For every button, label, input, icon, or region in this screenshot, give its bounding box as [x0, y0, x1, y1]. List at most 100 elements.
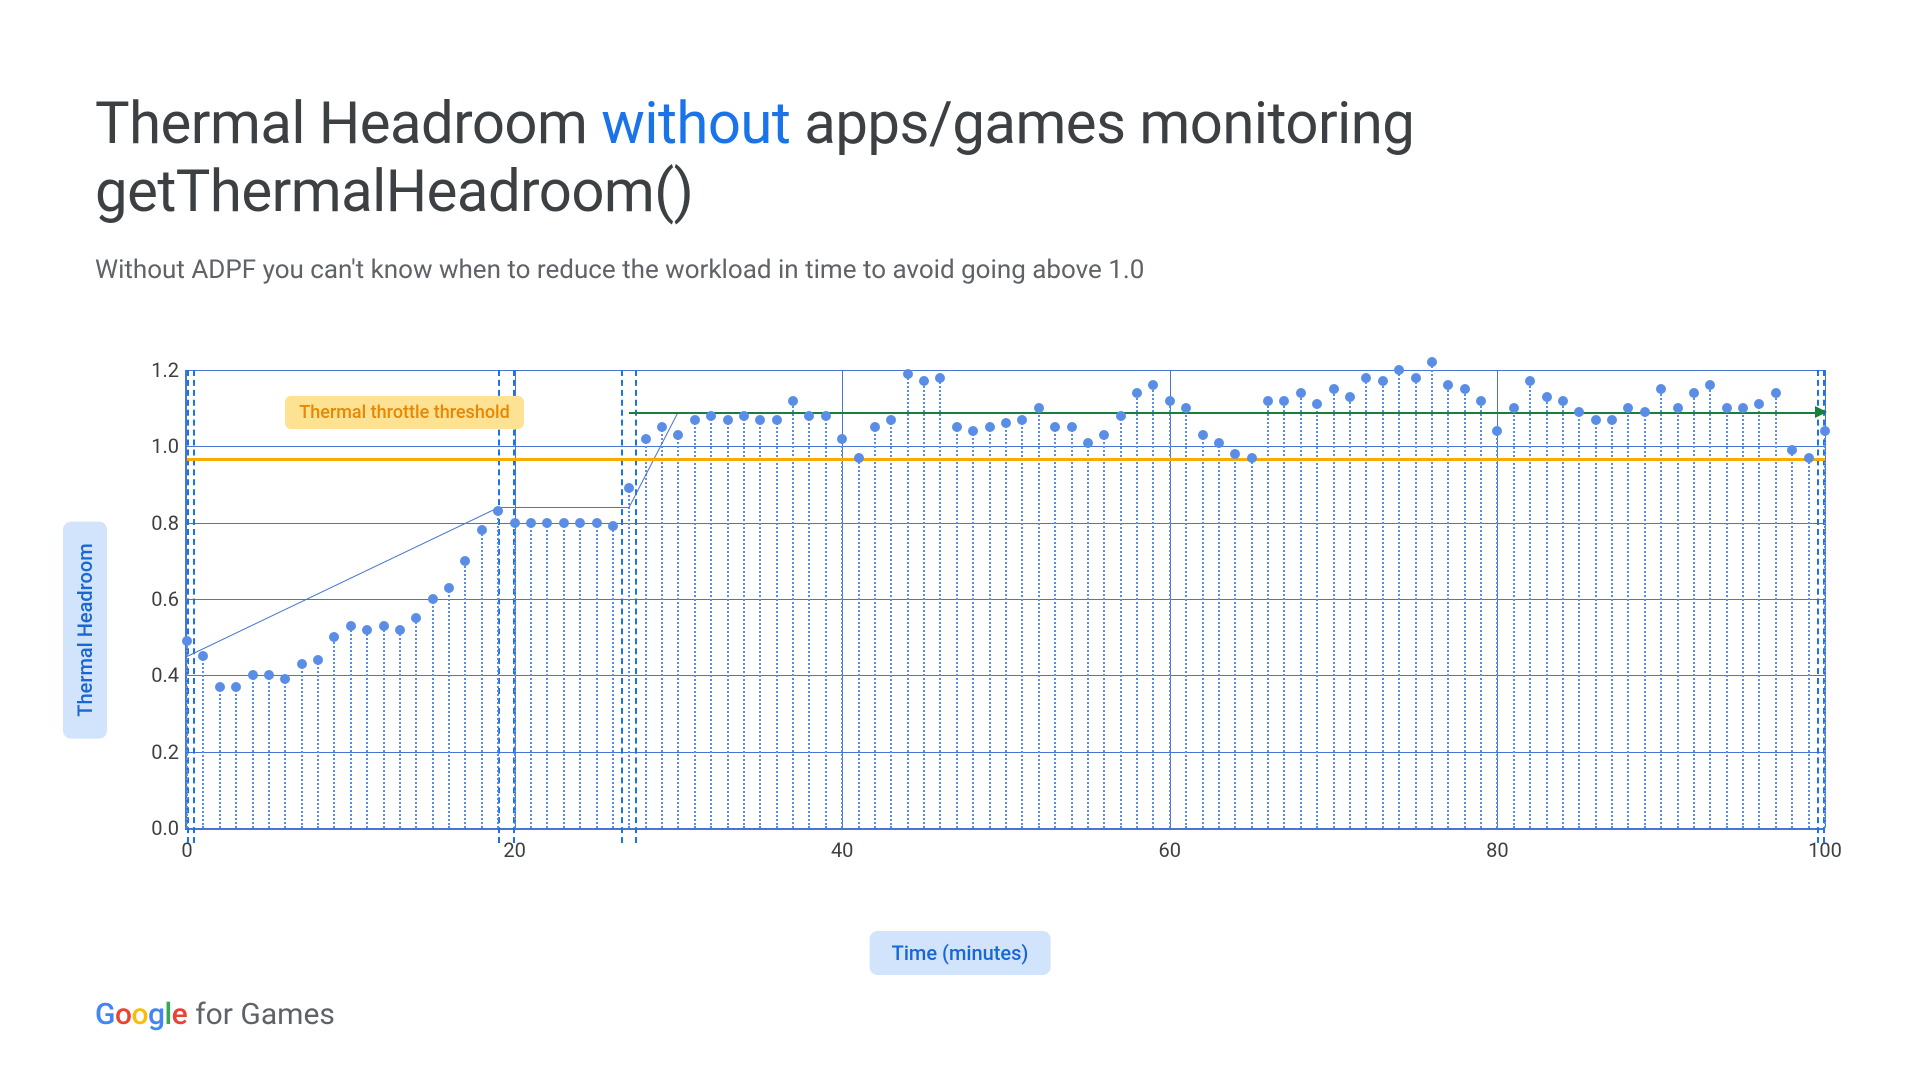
data-stem — [1513, 408, 1515, 828]
data-point — [1673, 403, 1683, 413]
data-point — [968, 426, 978, 436]
data-point — [1378, 376, 1388, 386]
logo-tail: for Games — [195, 997, 335, 1032]
data-point — [1411, 373, 1421, 383]
data-stem — [841, 439, 843, 828]
data-stem — [399, 630, 401, 828]
chart: Thermal Headroom Thermal throttle thresh… — [95, 370, 1825, 890]
data-stem — [546, 523, 548, 828]
data-stem — [1808, 458, 1810, 828]
data-stem — [1595, 420, 1597, 828]
data-stem — [677, 435, 679, 828]
data-point — [1034, 403, 1044, 413]
data-point — [280, 674, 290, 684]
data-point — [1443, 380, 1453, 390]
data-point — [673, 430, 683, 440]
data-point — [1804, 453, 1814, 463]
data-stem — [1316, 404, 1318, 828]
data-point — [1296, 388, 1306, 398]
data-stem — [874, 427, 876, 828]
data-point — [1722, 403, 1732, 413]
data-point — [1198, 430, 1208, 440]
slide-title: Thermal Headroom without apps/games moni… — [95, 90, 1825, 227]
data-point — [510, 518, 520, 528]
data-point — [1640, 407, 1650, 417]
plot-area: Thermal throttle threshold 0.00.20.40.60… — [185, 370, 1825, 830]
data-stem — [186, 641, 188, 828]
arrow-right-icon — [1815, 406, 1827, 418]
data-point — [755, 415, 765, 425]
data-stem — [448, 588, 450, 828]
data-stem — [1726, 408, 1728, 828]
data-point — [624, 483, 634, 493]
title-highlight: without — [601, 90, 790, 158]
y-tick: 1.2 — [135, 358, 179, 382]
y-tick: 0.2 — [135, 740, 179, 764]
data-point — [1705, 380, 1715, 390]
data-point — [1656, 384, 1666, 394]
data-stem — [694, 420, 696, 828]
data-stem — [1677, 408, 1679, 828]
data-point — [379, 621, 389, 631]
threshold-label: Thermal throttle threshold — [285, 396, 524, 429]
data-stem — [1529, 381, 1531, 828]
data-stem — [710, 416, 712, 828]
data-point — [1542, 392, 1552, 402]
data-point — [362, 625, 372, 635]
data-point — [821, 411, 831, 421]
data-point — [1492, 426, 1502, 436]
footer-logo: Google for Games — [95, 997, 335, 1032]
slide-subtitle: Without ADPF you can't know when to redu… — [95, 255, 1825, 285]
data-stem — [317, 660, 319, 828]
data-point — [346, 621, 356, 631]
data-point — [1132, 388, 1142, 398]
data-point — [1738, 403, 1748, 413]
data-stem — [301, 664, 303, 828]
data-point — [1361, 373, 1371, 383]
data-point — [1001, 418, 1011, 428]
data-stem — [661, 427, 663, 828]
data-point — [1247, 453, 1257, 463]
data-stem — [1333, 389, 1335, 828]
data-point — [804, 411, 814, 421]
data-stem — [1791, 450, 1793, 828]
data-stem — [284, 679, 286, 828]
data-stem — [464, 561, 466, 828]
data-stem — [743, 416, 745, 828]
data-stem — [1267, 401, 1269, 828]
data-stem — [350, 626, 352, 828]
data-stem — [268, 675, 270, 828]
data-point — [575, 518, 585, 528]
data-point — [592, 518, 602, 528]
data-point — [723, 415, 733, 425]
data-stem — [825, 416, 827, 828]
data-stem — [907, 374, 909, 828]
data-stem — [923, 381, 925, 828]
data-stem — [612, 526, 614, 828]
data-stem — [1447, 385, 1449, 828]
data-point — [1083, 438, 1093, 448]
data-point — [1427, 357, 1437, 367]
data-stem — [1562, 401, 1564, 828]
data-stem — [1152, 385, 1154, 828]
data-point — [1165, 396, 1175, 406]
data-stem — [628, 488, 630, 828]
data-point — [395, 625, 405, 635]
y-tick: 0.0 — [135, 816, 179, 840]
google-logo-icon: Google — [95, 997, 187, 1032]
data-point — [1509, 403, 1519, 413]
data-point — [1017, 415, 1027, 425]
threshold-line — [187, 458, 1825, 461]
data-point — [1099, 430, 1109, 440]
data-stem — [530, 523, 532, 828]
data-point — [837, 434, 847, 444]
data-point — [215, 682, 225, 692]
data-stem — [1398, 370, 1400, 828]
data-point — [1214, 438, 1224, 448]
data-stem — [1169, 401, 1171, 828]
data-point — [1181, 403, 1191, 413]
data-stem — [1021, 420, 1023, 828]
data-point — [1525, 376, 1535, 386]
data-point — [706, 411, 716, 421]
data-point — [329, 632, 339, 642]
